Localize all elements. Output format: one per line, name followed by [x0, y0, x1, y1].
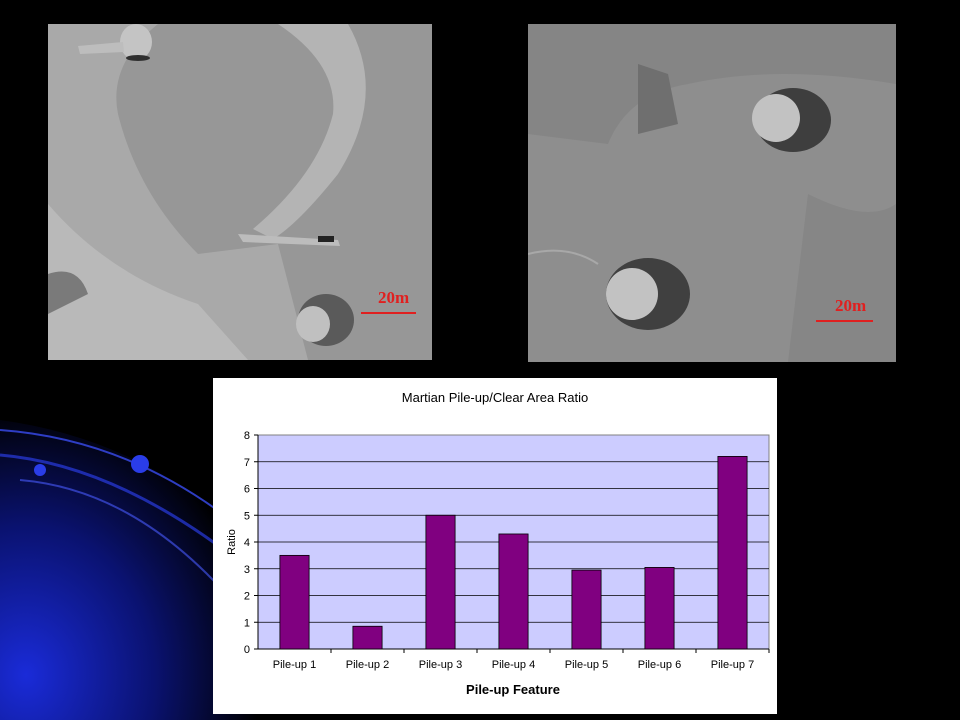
y-tick-label: 5 — [244, 510, 250, 522]
y-tick-label: 7 — [244, 457, 250, 469]
y-tick-label: 0 — [244, 644, 250, 656]
x-axis-label: Pile-up Feature — [466, 682, 560, 697]
scale-label-left: 20m — [378, 288, 410, 307]
bar-chart: Martian Pile-up/Clear Area Ratio 0 1 2 3 4 5 6… — [226, 390, 770, 697]
scale-label-right: 20m — [835, 296, 867, 315]
x-tick-label: Pile-up 7 — [711, 659, 754, 671]
scale-bar-left — [361, 312, 416, 314]
y-tick-label: 6 — [244, 484, 250, 496]
x-tick-label: Pile-up 1 — [273, 659, 316, 671]
x-tick-label: Pile-up 6 — [638, 659, 681, 671]
x-axis-ticks: Pile-up 1 Pile-up 2 Pile-up 3 Pile-up 4 Pile… — [273, 649, 770, 671]
x-tick-label: Pile-up 3 — [419, 659, 462, 671]
y-tick-label: 8 — [244, 430, 250, 442]
bar-7 — [717, 456, 748, 650]
chart-title: Martian Pile-up/Clear Area Ratio — [402, 390, 588, 405]
bar-1 — [279, 554, 310, 650]
chart-panel: Martian Pile-up/Clear Area Ratio 0 1 2 3 4 5 6… — [213, 378, 777, 714]
x-tick-label: Pile-up 4 — [492, 659, 535, 671]
x-tick-label: Pile-up 5 — [565, 659, 608, 671]
y-tick-label: 2 — [244, 591, 250, 603]
scale-bar-right — [816, 320, 873, 322]
bar-2 — [352, 625, 383, 650]
x-tick-label: Pile-up 2 — [346, 659, 389, 671]
sem-image-left — [48, 24, 432, 360]
bar-6 — [644, 567, 675, 650]
y-tick-label: 1 — [244, 617, 250, 629]
bar-5 — [571, 569, 602, 650]
y-tick-label: 3 — [244, 564, 250, 576]
y-axis-label: Ratio — [226, 529, 238, 555]
y-tick-label: 4 — [244, 537, 250, 549]
bar-3 — [425, 514, 456, 650]
bar-4 — [498, 533, 529, 650]
